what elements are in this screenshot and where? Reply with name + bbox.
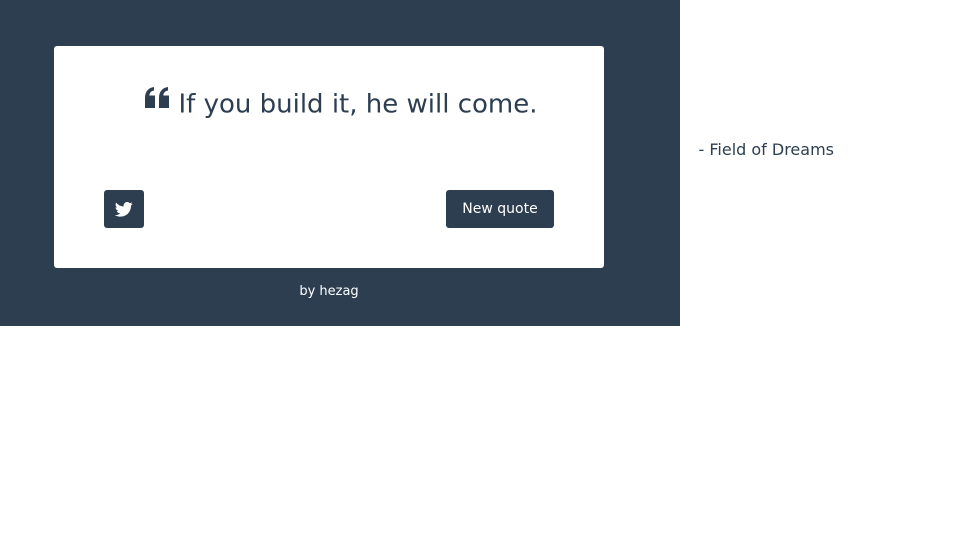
quote-author: - Field of Dreams <box>698 140 835 159</box>
twitter-icon <box>114 201 133 217</box>
quote-left-icon <box>143 82 171 122</box>
footer-prefix: by <box>299 284 316 299</box>
quote-line: If you build it, he will come. <box>0 84 680 125</box>
quote-text: If you build it, he will come. <box>178 89 538 120</box>
footer-author-link[interactable]: hezag <box>319 284 358 299</box>
quote-card <box>54 46 604 268</box>
tweet-button[interactable] <box>104 190 144 228</box>
new-quote-button[interactable]: New quote <box>446 190 554 228</box>
footer: by hezag <box>0 282 658 302</box>
